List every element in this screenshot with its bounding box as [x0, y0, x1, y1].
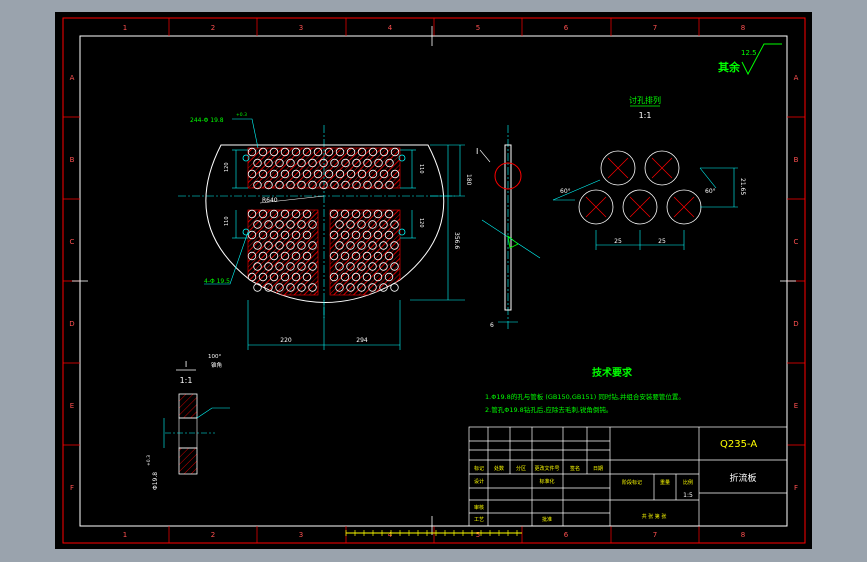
canvas-background	[55, 12, 812, 549]
detail-i-scale: 1:1	[180, 376, 193, 385]
detail-i-dia: Φ19.8	[152, 472, 159, 490]
label-sheets: 共 张 第 张	[642, 513, 667, 520]
dim-small-2: 110	[224, 216, 230, 226]
zone-top-6: 6	[564, 24, 569, 32]
hole-detail-title: 讨孔排列	[629, 95, 661, 105]
detail-i-dia-tol: +0.3	[146, 455, 152, 466]
zone-top-5: 5	[476, 24, 480, 32]
angle-right: 60°	[705, 188, 716, 195]
zone-bottom-7: 7	[653, 531, 657, 539]
zone-left-d: D	[69, 320, 74, 328]
detail-i-label: I	[185, 360, 187, 369]
zone-bottom-2: 2	[211, 531, 215, 539]
dim-small-1: 120	[224, 162, 230, 172]
dim-height-right: 180	[465, 174, 472, 186]
zone-right-a: A	[794, 74, 799, 82]
scale-value: 1:5	[683, 492, 693, 499]
hdr-date: 日期	[593, 466, 603, 472]
zone-top-8: 8	[741, 24, 745, 32]
pitch-1: 25	[614, 238, 622, 245]
dim-small-3: 110	[418, 164, 424, 174]
zone-left-c: C	[70, 238, 75, 246]
callout-holes-top: 244-Φ 19.8	[190, 117, 224, 124]
label-ratio: 比例	[683, 479, 693, 486]
part-name: 折流板	[729, 472, 756, 484]
roughness-value: 12.5	[741, 49, 757, 57]
zone-left-b: B	[70, 156, 75, 164]
hdr-count: 处数	[494, 465, 504, 472]
label-review: 审核	[474, 504, 484, 511]
pitch-2: 25	[658, 238, 666, 245]
callout-holes-bottom: 4-Φ 19.5	[204, 278, 230, 285]
material: Q235-A	[720, 439, 757, 450]
detail-i-angle-note: 锥角	[211, 361, 222, 369]
label-design: 设计	[474, 478, 484, 485]
zone-bottom-4: 4	[388, 531, 393, 539]
zone-left-a: A	[70, 74, 75, 82]
zone-top-1: 1	[123, 24, 127, 32]
tech-title: 技术要求	[592, 366, 633, 379]
tech-item-1: 1.Φ19.8的孔与管板 (GB150,GB151) 同时钻,并组合安装要管位置…	[485, 392, 685, 401]
detail-i-angle: 100°	[208, 354, 221, 360]
zone-right-e: E	[794, 402, 798, 410]
roughness-prefix: 其余	[718, 60, 741, 74]
side-view-label: I	[476, 147, 478, 156]
hdr-sign: 签名	[570, 465, 580, 472]
zone-right-b: B	[794, 156, 799, 164]
dim-height-total: 356.6	[453, 232, 460, 249]
zone-top-7: 7	[653, 24, 657, 32]
zone-right-d: D	[793, 320, 798, 328]
zone-top-4: 4	[388, 24, 393, 32]
zone-top-2: 2	[211, 24, 215, 32]
zone-bottom-3: 3	[299, 531, 303, 539]
zone-left-e: E	[70, 402, 74, 410]
side-view-thickness: 6	[490, 322, 494, 329]
cad-drawing-viewport: 1 2 3 4 5 6 7 8 1 2 3 4 5 6 7 8 A B C D …	[55, 12, 812, 549]
label-process: 工艺	[474, 517, 484, 523]
label-stage: 阶段标记	[622, 479, 642, 486]
zone-top-3: 3	[299, 24, 303, 32]
zone-bottom-1: 1	[123, 531, 127, 539]
angle-left: 60°	[560, 188, 571, 195]
tech-item-2: 2.管孔Φ19.8钻孔后,应除去毛刺,锐角倒钝。	[485, 405, 612, 414]
hdr-change: 更改文件号	[534, 465, 559, 472]
zone-left-f: F	[70, 484, 74, 492]
hdr-mark: 标记	[474, 465, 484, 472]
label-approve: 批准	[542, 516, 552, 523]
dim-width-right: 294	[356, 337, 368, 344]
dim-small-4: 120	[418, 218, 424, 228]
zone-right-c: C	[794, 238, 799, 246]
callout-holes-top-tol: +0.3	[236, 112, 247, 118]
dim-width-left: 220	[280, 337, 292, 344]
row-pitch: 21.65	[739, 178, 746, 195]
zone-right-f: F	[794, 484, 798, 492]
hole-detail-scale: 1:1	[639, 111, 652, 120]
zone-bottom-5: 5	[476, 531, 480, 539]
zone-bottom-6: 6	[564, 531, 569, 539]
zone-bottom-8: 8	[741, 531, 745, 539]
label-weight: 重量	[660, 479, 670, 486]
hdr-zone: 分区	[516, 465, 526, 472]
label-standard: 标准化	[539, 478, 554, 485]
center-label: R640	[262, 197, 278, 204]
